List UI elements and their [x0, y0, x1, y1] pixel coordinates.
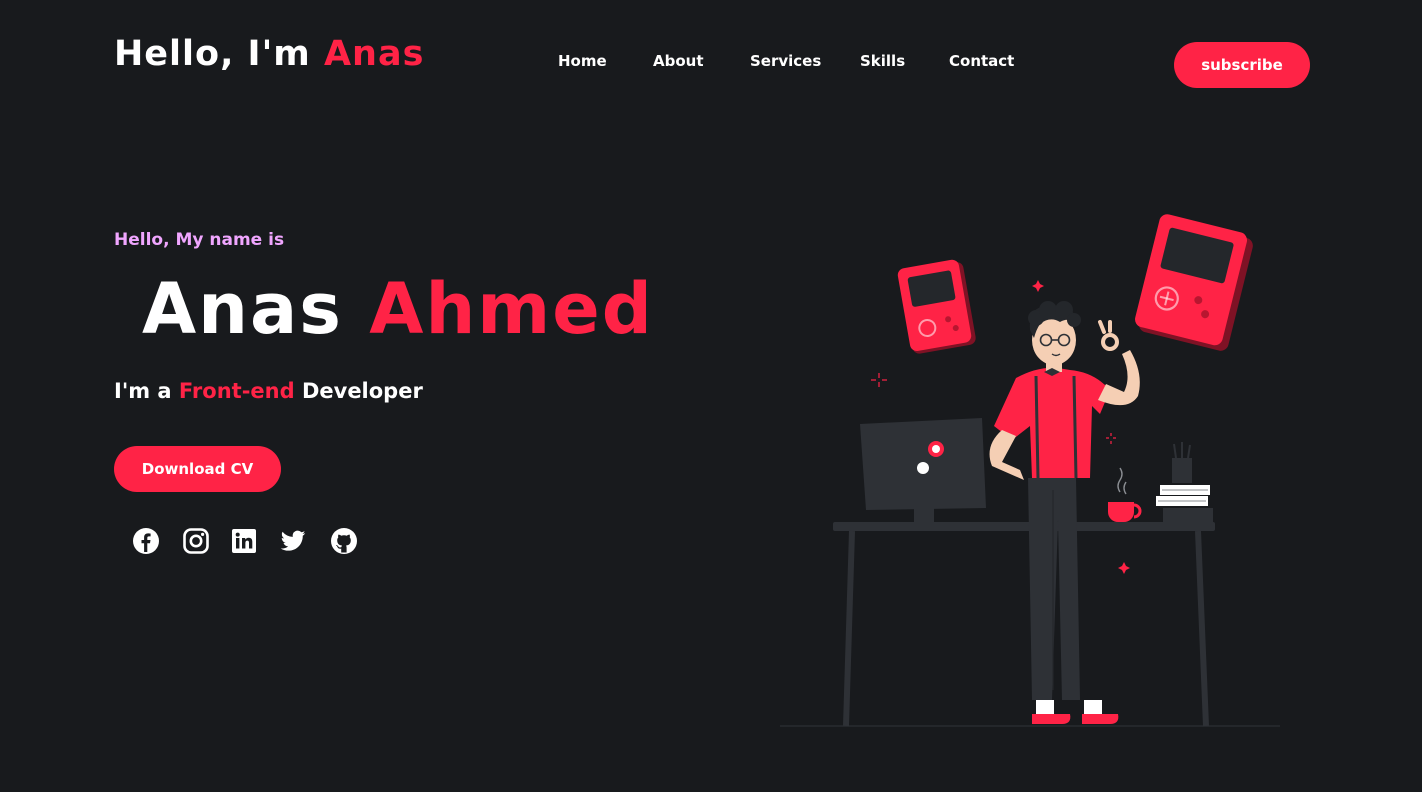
desk: [833, 522, 1215, 727]
instagram-icon[interactable]: [182, 527, 210, 555]
nav-home[interactable]: Home: [558, 52, 653, 70]
nav-about[interactable]: About: [653, 52, 750, 70]
facebook-icon[interactable]: [132, 527, 160, 555]
nav-skills[interactable]: Skills: [860, 52, 949, 70]
logo-prefix: Hello, I'm: [114, 34, 311, 74]
hero-first-name: Anas: [142, 268, 343, 350]
subscribe-button[interactable]: subscribe: [1174, 42, 1310, 88]
twitter-icon[interactable]: [279, 527, 307, 555]
coffee-cup-icon: [1108, 467, 1142, 522]
handheld-console-small-icon: [897, 259, 976, 354]
main-nav: Home About Services Skills Contact: [558, 52, 1014, 70]
hero-name: Anas Ahmed: [142, 268, 654, 350]
role-highlight: Front-end: [178, 379, 295, 403]
hero-last-name: Ahmed: [369, 268, 654, 350]
handheld-console-large-icon: [1135, 214, 1253, 351]
nav-services[interactable]: Services: [750, 52, 860, 70]
role-suffix: Developer: [301, 379, 423, 403]
github-icon[interactable]: [330, 527, 358, 555]
logo-highlight: Anas: [323, 34, 425, 74]
monitor-icon: [860, 418, 986, 524]
developer-illustration: [780, 214, 1280, 727]
download-cv-button[interactable]: Download CV: [114, 446, 281, 492]
role-prefix: I'm a: [114, 379, 172, 403]
books-icon: [1156, 442, 1213, 522]
linkedin-icon[interactable]: [230, 527, 258, 555]
site-logo[interactable]: Hello, I'm Anas: [114, 34, 424, 74]
hero-greeting: Hello, My name is: [114, 230, 285, 250]
hero-role: I'm a Front-end Developer: [114, 379, 423, 403]
nav-contact[interactable]: Contact: [949, 52, 1014, 70]
